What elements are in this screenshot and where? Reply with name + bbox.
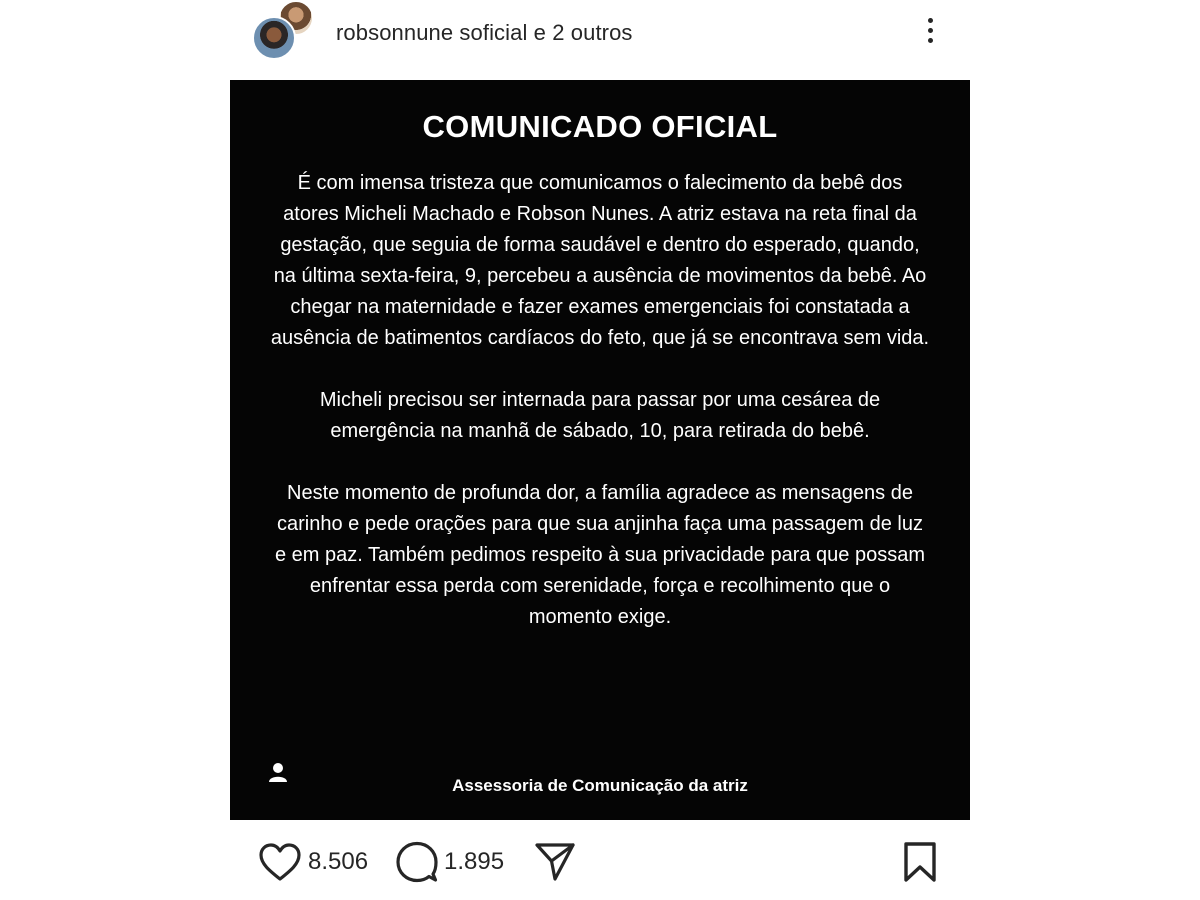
action-bar: 8.506 1.895 bbox=[230, 832, 970, 892]
save-button[interactable] bbox=[902, 840, 938, 884]
post-paragraph: É com imensa tristeza que comunicamos o … bbox=[270, 172, 930, 349]
comment-count: 1.895 bbox=[444, 848, 505, 875]
like-count: 8.506 bbox=[308, 848, 369, 875]
post-paragraph: Neste momento de profunda dor, a família… bbox=[275, 482, 925, 628]
post-body: É com imensa tristeza que comunicamos o … bbox=[270, 168, 930, 664]
account-names[interactable]: robsonnune soficial e 2 outros bbox=[336, 20, 633, 46]
post-header: robsonnune soficial e 2 outros bbox=[230, 0, 970, 76]
instagram-post: robsonnune soficial e 2 outros COMUNICAD… bbox=[0, 0, 1200, 900]
send-icon[interactable] bbox=[534, 841, 576, 883]
share-button[interactable] bbox=[534, 840, 576, 884]
post-paragraph: Micheli precisou ser internada para pass… bbox=[319, 389, 881, 442]
more-vertical-icon[interactable] bbox=[920, 18, 940, 48]
post-image[interactable]: COMUNICADO OFICIAL É com imensa tristeza… bbox=[230, 80, 970, 820]
heart-icon[interactable] bbox=[258, 842, 302, 882]
avatar[interactable] bbox=[252, 16, 296, 60]
comment-button[interactable]: 1.895 bbox=[396, 840, 504, 884]
post-signature: Assessoria de Comunicação da atriz bbox=[452, 776, 748, 795]
comment-bubble-icon[interactable] bbox=[396, 841, 438, 883]
post-title: COMUNICADO OFICIAL bbox=[422, 109, 778, 144]
bookmark-icon[interactable] bbox=[902, 841, 938, 883]
collab-avatars[interactable] bbox=[252, 0, 320, 66]
like-button[interactable]: 8.506 bbox=[258, 840, 368, 884]
